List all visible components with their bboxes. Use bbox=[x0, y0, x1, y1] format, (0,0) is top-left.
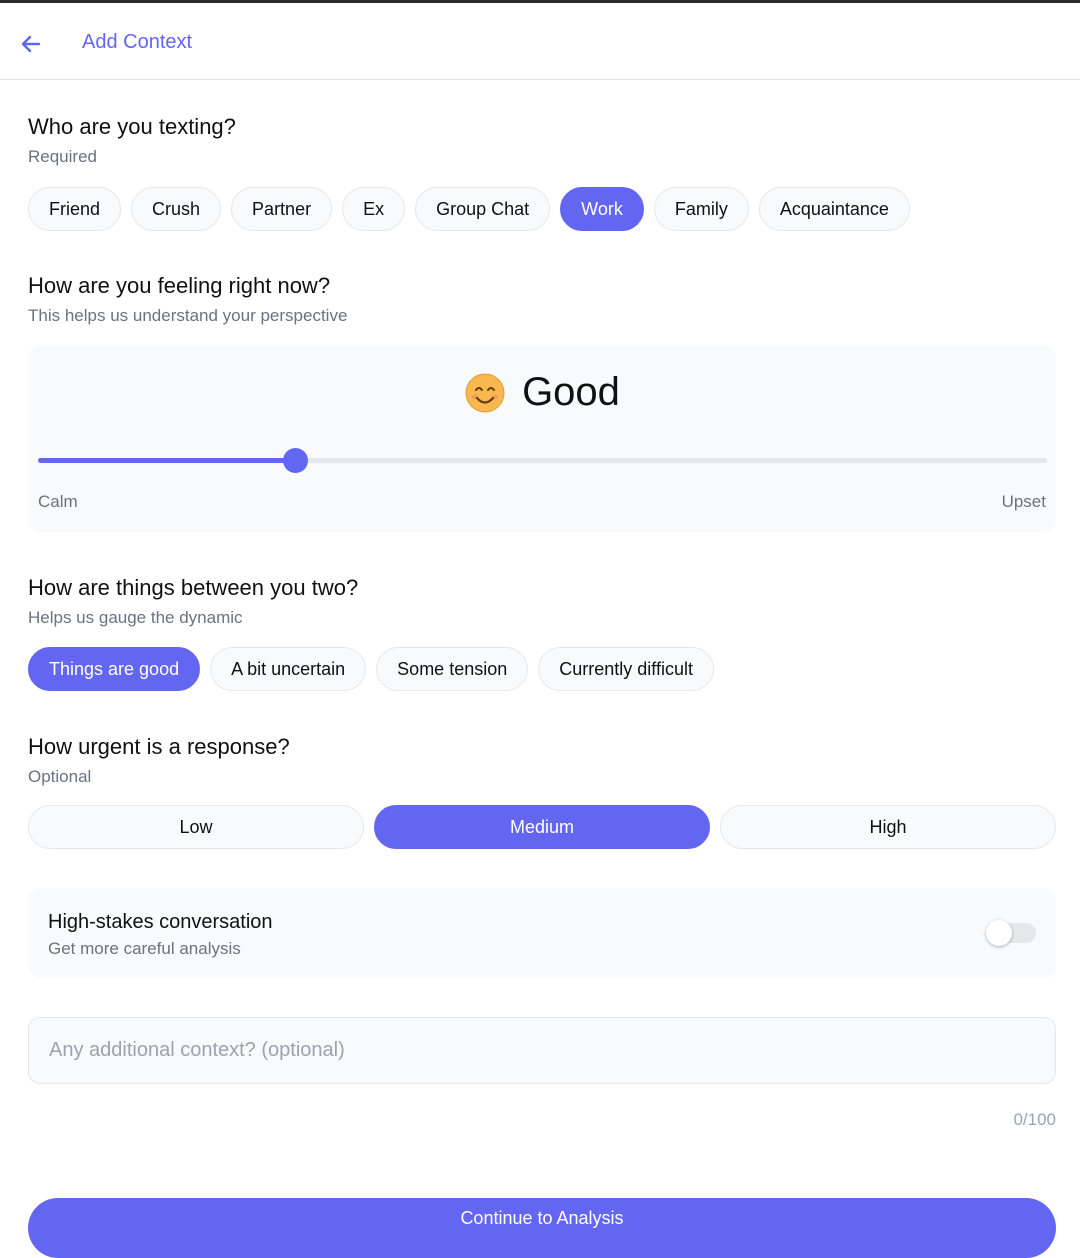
chip-some-tension[interactable]: Some tension bbox=[376, 647, 529, 691]
context-input[interactable] bbox=[28, 1017, 1056, 1084]
back-button[interactable] bbox=[14, 27, 48, 61]
feeling-title: How are you feeling right now? bbox=[28, 273, 331, 298]
chip-things-are-good[interactable]: Things are good bbox=[28, 647, 201, 691]
feeling-slider[interactable] bbox=[38, 448, 1047, 473]
high-stakes-title: High-stakes conversation bbox=[48, 911, 273, 933]
relationship-title: How are things between you two? bbox=[28, 575, 359, 600]
feeling-subtitle: This helps us understand your perspectiv… bbox=[28, 306, 348, 325]
page-title: Add Context bbox=[82, 31, 193, 53]
chip-currently-difficult[interactable]: Currently difficult bbox=[538, 647, 714, 691]
relationship-options: Things are good A bit uncertain Some tensi… bbox=[28, 647, 714, 691]
character-counter: 0/100 bbox=[1013, 1110, 1056, 1129]
slider-min-label: Calm bbox=[38, 492, 78, 511]
header: Add Context bbox=[0, 3, 1080, 80]
chip-work[interactable]: Work bbox=[560, 187, 644, 231]
toggle-knob bbox=[986, 920, 1012, 946]
high-stakes-card: High-stakes conversation Get more carefu… bbox=[28, 888, 1056, 978]
continue-button[interactable]: Continue to Analysis bbox=[28, 1198, 1056, 1258]
urgency-option-low[interactable]: Low bbox=[28, 805, 364, 849]
high-stakes-subtitle: Get more careful analysis bbox=[48, 939, 241, 958]
recipient-options: Friend Crush Partner Ex Group Chat Work Family… bbox=[28, 187, 910, 231]
urgency-option-medium[interactable]: Medium bbox=[374, 805, 710, 849]
urgency-subtitle: Optional bbox=[28, 767, 92, 786]
feeling-label: Good bbox=[522, 370, 620, 414]
feeling-card: Good Calm Upset bbox=[28, 346, 1056, 532]
slider-thumb[interactable] bbox=[283, 448, 309, 473]
urgency-option-high[interactable]: High bbox=[720, 805, 1056, 849]
chip-family[interactable]: Family bbox=[653, 187, 749, 231]
slider-fill bbox=[38, 458, 296, 463]
feeling-display: Good bbox=[28, 370, 1056, 415]
urgency-options: Low Medium High bbox=[28, 805, 1056, 849]
high-stakes-toggle[interactable] bbox=[986, 920, 1036, 946]
relationship-subtitle: Helps us gauge the dynamic bbox=[28, 608, 243, 627]
recipient-subtitle: Required bbox=[28, 147, 97, 166]
chip-friend[interactable]: Friend bbox=[28, 187, 122, 231]
urgency-title: How urgent is a response? bbox=[28, 734, 290, 759]
chip-acquaintance[interactable]: Acquaintance bbox=[758, 187, 910, 231]
slider-max-label: Upset bbox=[1001, 492, 1046, 511]
chip-a-bit-uncertain[interactable]: A bit uncertain bbox=[210, 647, 367, 691]
chip-partner[interactable]: Partner bbox=[231, 187, 333, 231]
chip-group-chat[interactable]: Group Chat bbox=[415, 187, 551, 231]
smiling-face-icon bbox=[465, 373, 505, 412]
chip-ex[interactable]: Ex bbox=[342, 187, 406, 231]
chip-crush[interactable]: Crush bbox=[131, 187, 222, 231]
recipient-title: Who are you texting? bbox=[28, 114, 236, 139]
arrow-left-icon bbox=[21, 35, 41, 53]
